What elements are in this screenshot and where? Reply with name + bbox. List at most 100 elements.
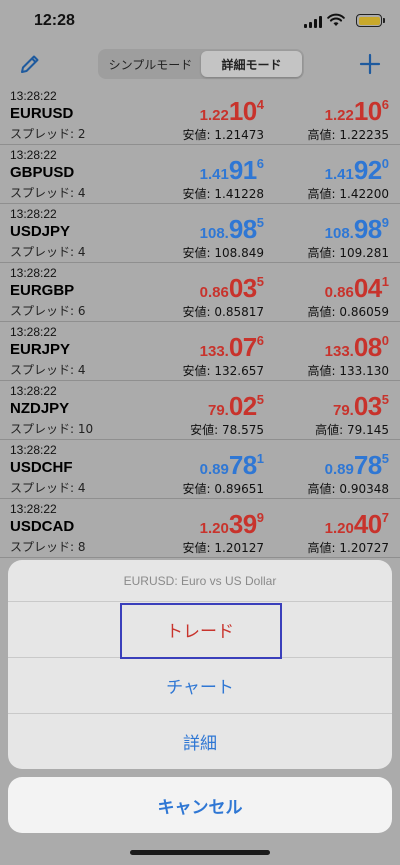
bid-price-prefix: 1.22 <box>199 107 229 124</box>
quote-spread: スプレッド: 8 <box>10 540 86 554</box>
bid-price-fraction: 4 <box>256 97 264 112</box>
detail-button-label: 詳細 <box>183 734 217 754</box>
high-price: 高値: 1.20727 <box>307 541 389 555</box>
bid-price-pips: 07 <box>228 332 257 362</box>
bid-price-fraction: 6 <box>256 333 264 348</box>
quote-symbol: EURUSD <box>10 105 74 122</box>
ask-price: 133.080 <box>325 332 389 363</box>
battery-icon <box>356 14 385 27</box>
quote-symbol: USDCAD <box>10 518 75 535</box>
low-price: 安値: 1.20127 <box>182 541 264 555</box>
ask-price: 79.035 <box>333 391 389 422</box>
quote-row[interactable]: 13:28:22 USDCAD スプレッド: 8 1.20399 1.20407 安値: … <box>0 499 400 558</box>
ask-price-pips: 10 <box>353 96 382 126</box>
bid-price: 108.985 <box>200 214 264 245</box>
ask-price: 0.89785 <box>325 450 389 481</box>
low-price: 安値: 0.85817 <box>182 305 264 319</box>
quote-time: 13:28:22 <box>10 443 57 457</box>
pencil-icon[interactable] <box>18 52 42 76</box>
bid-price: 79.025 <box>208 391 264 422</box>
ask-price-prefix: 0.89 <box>324 461 354 478</box>
segment-simple-mode[interactable]: シンプルモード <box>100 51 201 77</box>
nav-bar: シンプルモード 詳細モード <box>0 44 400 86</box>
focus-highlight <box>120 603 282 659</box>
plus-icon[interactable] <box>358 52 382 76</box>
bid-price: 1.41916 <box>200 155 264 186</box>
high-price: 高値: 0.90348 <box>307 482 389 496</box>
bid-price-fraction: 9 <box>256 510 264 525</box>
quote-list: 13:28:22 EURUSD スプレッド: 2 1.22104 1.22106 安値: … <box>0 86 400 558</box>
ask-price-pips: 92 <box>353 155 382 185</box>
ask-price-fraction: 5 <box>381 451 389 466</box>
bid-price-pips: 39 <box>228 509 257 539</box>
bid-price-prefix: 1.20 <box>199 520 229 537</box>
high-price: 高値: 1.22235 <box>307 128 389 142</box>
quote-time: 13:28:22 <box>10 89 57 103</box>
bid-price-prefix: 1.41 <box>199 166 229 183</box>
bid-price-pips: 02 <box>228 391 257 421</box>
bid-price-prefix: 79. <box>207 402 229 419</box>
quote-time: 13:28:22 <box>10 207 57 221</box>
ask-price-pips: 98 <box>353 214 382 244</box>
quote-symbol: USDCHF <box>10 459 73 476</box>
bid-price: 0.86035 <box>200 273 264 304</box>
ask-price-pips: 03 <box>353 391 382 421</box>
quote-spread: スプレッド: 2 <box>10 127 86 141</box>
segment-detail-mode[interactable]: 詳細モード <box>201 51 302 77</box>
quote-symbol: USDJPY <box>10 223 71 240</box>
bid-price: 1.22104 <box>200 96 264 127</box>
ask-price: 1.41920 <box>325 155 389 186</box>
bid-price-prefix: 0.86 <box>199 284 229 301</box>
chart-button[interactable]: チャート <box>8 658 392 714</box>
ask-price: 0.86041 <box>325 273 389 304</box>
quote-row[interactable]: 13:28:22 EURUSD スプレッド: 2 1.22104 1.22106 安値: … <box>0 86 400 145</box>
quote-row[interactable]: 13:28:22 USDCHF スプレッド: 4 0.89781 0.89785 安値: … <box>0 440 400 499</box>
signal-icon <box>304 16 322 28</box>
ask-price-fraction: 0 <box>381 333 389 348</box>
ask-price-fraction: 9 <box>381 215 389 230</box>
detail-button[interactable]: 詳細 <box>8 714 392 769</box>
ask-price-prefix: 79. <box>332 402 354 419</box>
bid-price-fraction: 1 <box>256 451 264 466</box>
ask-price-prefix: 1.41 <box>324 166 354 183</box>
ask-price: 1.22106 <box>325 96 389 127</box>
quote-row[interactable]: 13:28:22 GBPUSD スプレッド: 4 1.41916 1.41920 安値: … <box>0 145 400 204</box>
quote-time: 13:28:22 <box>10 384 57 398</box>
bid-price-pips: 98 <box>228 214 257 244</box>
bid-price: 1.20399 <box>200 509 264 540</box>
low-price: 安値: 1.21473 <box>182 128 264 142</box>
home-indicator <box>130 850 270 855</box>
chart-button-label: チャート <box>166 678 234 698</box>
ask-price-fraction: 1 <box>381 274 389 289</box>
ask-price-fraction: 5 <box>381 392 389 407</box>
ask-price-fraction: 6 <box>381 97 389 112</box>
bid-price-pips: 10 <box>228 96 257 126</box>
bid-price-fraction: 5 <box>256 392 264 407</box>
bid-price: 0.89781 <box>200 450 264 481</box>
quote-row[interactable]: 13:28:22 EURGBP スプレッド: 6 0.86035 0.86041 安値: … <box>0 263 400 322</box>
bid-price-pips: 78 <box>228 450 257 480</box>
quote-row[interactable]: 13:28:22 EURJPY スプレッド: 4 133.076 133.080 安値: … <box>0 322 400 381</box>
high-price: 高値: 79.145 <box>315 423 389 437</box>
action-sheet-title: EURUSD: Euro vs US Dollar <box>8 560 392 602</box>
ask-price: 108.989 <box>325 214 389 245</box>
quote-time: 13:28:22 <box>10 325 57 339</box>
quote-symbol: EURJPY <box>10 341 71 358</box>
high-price: 高値: 133.130 <box>307 364 389 378</box>
bid-price-prefix: 108. <box>199 225 229 242</box>
ask-price-pips: 78 <box>353 450 382 480</box>
trade-button[interactable]: トレード <box>8 602 392 659</box>
quote-row[interactable]: 13:28:22 NZDJPY スプレッド: 10 79.025 79.035 安値: 7… <box>0 381 400 440</box>
ask-price-fraction: 0 <box>381 156 389 171</box>
cancel-button[interactable]: キャンセル <box>8 777 392 833</box>
ask-price-pips: 40 <box>353 509 382 539</box>
bid-price-fraction: 5 <box>256 274 264 289</box>
bid-price-prefix: 133. <box>199 343 229 360</box>
ask-price-prefix: 0.86 <box>324 284 354 301</box>
high-price: 高値: 1.42200 <box>307 187 389 201</box>
status-bar: 12:28 <box>0 0 400 44</box>
ask-price-fraction: 7 <box>381 510 389 525</box>
quote-row[interactable]: 13:28:22 USDJPY スプレッド: 4 108.985 108.989 安値: … <box>0 204 400 263</box>
low-price: 安値: 132.657 <box>182 364 264 378</box>
quote-symbol: EURGBP <box>10 282 75 299</box>
